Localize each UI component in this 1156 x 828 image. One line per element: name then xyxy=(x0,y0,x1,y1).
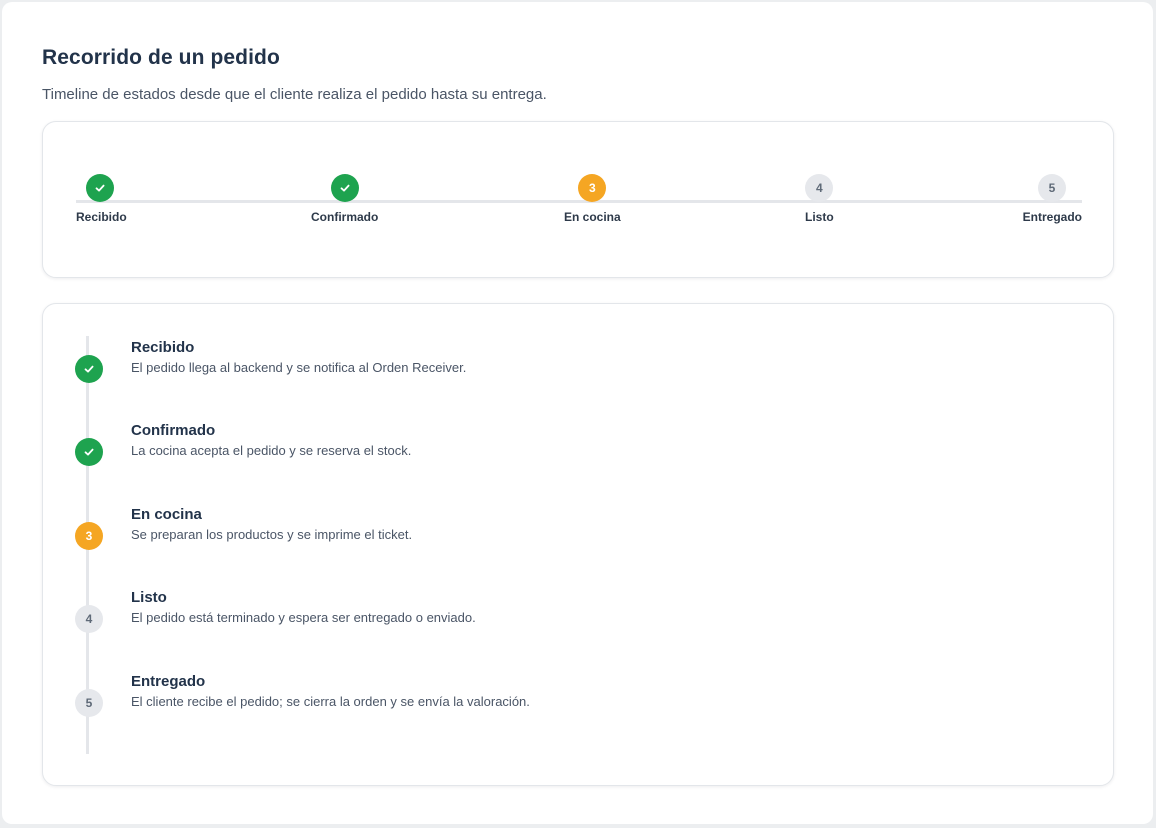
timeline-item-confirmado: Confirmado La cocina acepta el pedido y … xyxy=(75,422,411,466)
timeline-title: Listo xyxy=(131,589,167,606)
step-circle-entregado: 5 xyxy=(1038,174,1066,202)
page-title: Recorrido de un pedido xyxy=(42,46,280,69)
timeline-description: La cocina acepta el pedido y se reserva … xyxy=(131,443,412,458)
page-container: Recorrido de un pedido Timeline de estad… xyxy=(2,2,1153,824)
timeline-item-entregado: 5 Entregado El cliente recibe el pedido;… xyxy=(75,673,530,717)
page-subtitle: Timeline de estados desde que el cliente… xyxy=(42,86,547,103)
step-circle-en-cocina: 3 xyxy=(578,174,607,202)
step-label-confirmado: Confirmado xyxy=(311,210,379,224)
step-listo[interactable]: 4 Listo xyxy=(805,174,834,224)
timeline-circle-entregado: 5 xyxy=(75,689,103,717)
timeline-circle-confirmado xyxy=(75,438,103,466)
check-icon xyxy=(84,365,94,373)
step-label-en-cocina: En cocina xyxy=(564,210,621,224)
step-entregado[interactable]: 5 Entregado xyxy=(1023,174,1082,224)
step-confirmado[interactable]: Confirmado xyxy=(311,174,378,224)
timeline-item-recibido: Recibido El pedido llega al backend y se… xyxy=(75,339,466,383)
step-circle-confirmado xyxy=(330,174,359,202)
stepper-card: Recibido Confirmado 3 En cocina 4 Listo … xyxy=(42,121,1114,278)
step-label-recibido: Recibido xyxy=(76,210,127,224)
timeline-description: El cliente recibe el pedido; se cierra l… xyxy=(131,694,530,709)
timeline-title: Confirmado xyxy=(131,422,216,439)
timeline-item-listo: 4 Listo El pedido está terminado y esper… xyxy=(75,589,476,633)
timeline-title: Recibido xyxy=(131,339,195,356)
check-icon xyxy=(95,184,105,192)
check-icon xyxy=(340,184,350,192)
timeline-description: El pedido llega al backend y se notifica… xyxy=(131,360,467,375)
step-circle-listo: 4 xyxy=(805,174,834,202)
check-icon xyxy=(84,448,94,456)
timeline-description: El pedido está terminado y espera ser en… xyxy=(131,610,476,625)
step-label-listo: Listo xyxy=(805,210,834,224)
timeline-title: Entregado xyxy=(131,673,206,690)
step-recibido[interactable]: Recibido xyxy=(76,174,127,224)
timeline-circle-listo: 4 xyxy=(75,605,103,633)
timeline-circle-recibido xyxy=(75,355,103,383)
timeline-card: Recibido El pedido llega al backend y se… xyxy=(42,303,1114,786)
timeline-circle-en-cocina: 3 xyxy=(75,522,103,550)
timeline-title: En cocina xyxy=(131,506,202,523)
step-circle-recibido xyxy=(86,174,114,202)
step-label-entregado: Entregado xyxy=(1022,210,1082,224)
timeline-description: Se preparan los productos y se imprime e… xyxy=(131,527,413,542)
timeline-item-en-cocina: 3 En cocina Se preparan los productos y … xyxy=(75,506,412,550)
step-en-cocina[interactable]: 3 En cocina xyxy=(564,174,621,224)
